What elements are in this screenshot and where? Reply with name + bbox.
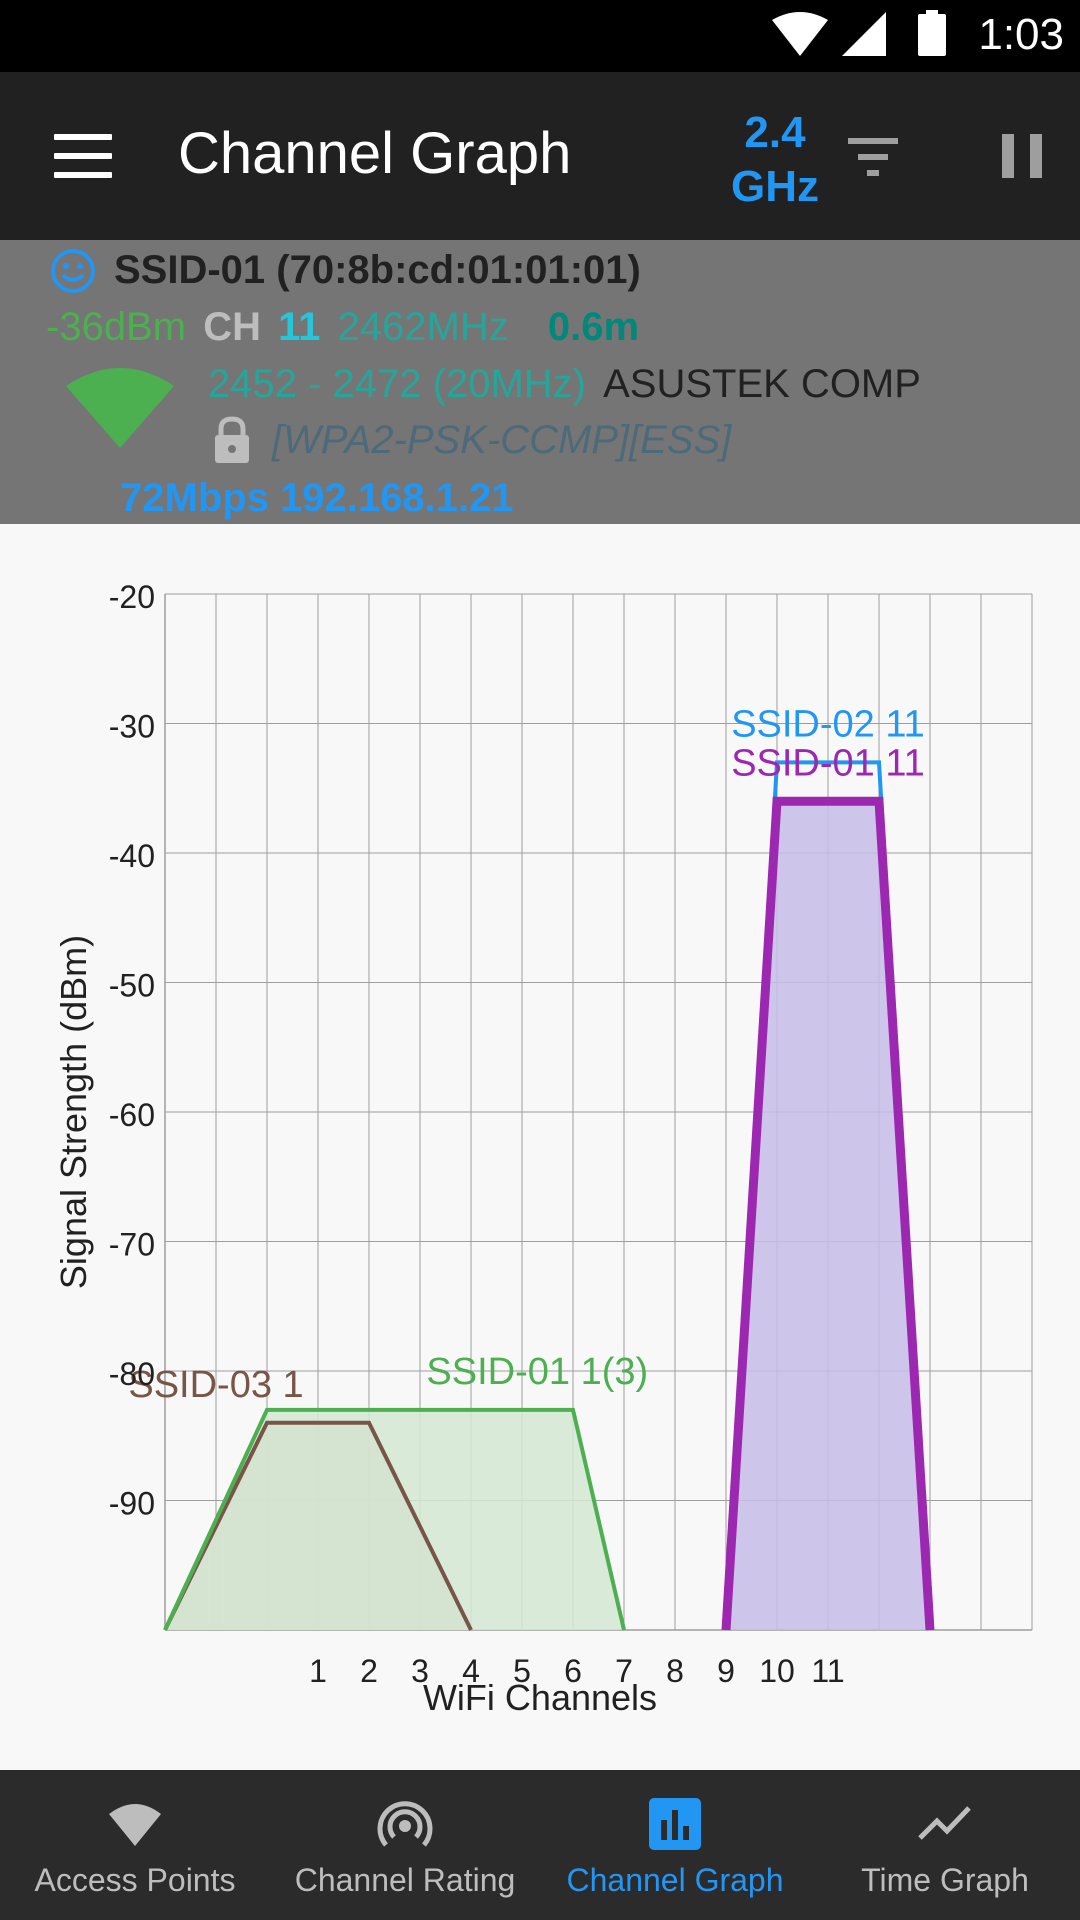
y-tick-label: -30 xyxy=(109,709,155,745)
distance: 0.6m xyxy=(547,305,640,349)
clock: 1:03 xyxy=(978,10,1064,59)
connection-panel[interactable]: SSID-01 (70:8b:cd:01:01:01) -36dBm CH 11… xyxy=(0,240,1080,524)
nav-label-channel-graph: Channel Graph xyxy=(566,1862,784,1898)
series-label-2: SSID-02 11 xyxy=(731,703,925,745)
security-capabilities: [WPA2-PSK-CCMP][ESS] xyxy=(272,418,732,462)
smiley-icon xyxy=(51,249,95,293)
channel-value: 11 xyxy=(278,305,321,349)
nav-channel-rating[interactable]: Channel Rating xyxy=(270,1770,540,1920)
x-tick-label: 1 xyxy=(309,1653,327,1689)
wifi-tethering-icon xyxy=(377,1801,433,1847)
x-tick-label: 10 xyxy=(759,1653,795,1689)
y-tick-label: -90 xyxy=(109,1486,155,1522)
nav-channel-graph[interactable]: Channel Graph xyxy=(540,1770,810,1920)
y-tick-label: -80 xyxy=(109,1356,155,1392)
nav-label-time-graph: Time Graph xyxy=(861,1862,1029,1898)
bar-chart-icon xyxy=(649,1798,701,1850)
cell-signal-icon xyxy=(842,12,886,56)
signal-detail-line: -36dBm CH 11 2462MHz 0.6m xyxy=(46,305,639,350)
x-axis-title: WiFi Channels xyxy=(423,1677,657,1718)
x-tick-label: 8 xyxy=(666,1653,684,1689)
ssid-line: SSID-01 (70:8b:cd:01:01:01) xyxy=(114,248,641,292)
y-tick-label: -50 xyxy=(109,968,155,1004)
app-bar: Channel Graph 2.4 GHz xyxy=(0,72,1080,240)
filter-icon[interactable] xyxy=(848,138,906,178)
lock-icon xyxy=(215,416,249,463)
vendor: ASUSTEK COMP xyxy=(603,362,921,406)
page-title: Channel Graph xyxy=(178,121,572,186)
channel-label: CH xyxy=(203,305,261,349)
band-value: 2.4 xyxy=(744,108,806,157)
y-tick-label: -70 xyxy=(109,1227,155,1263)
link-info: 72Mbps 192.168.1.21 xyxy=(120,476,514,520)
channel-graph: SSID-03 1 SSID-01 1(3) SSID-02 11 SSID-01 1… xyxy=(0,524,1080,1770)
wifi-strength-icon xyxy=(66,368,174,448)
channel-graph-svg: SSID-03 1 SSID-01 1(3)SSID-02 11SSID-01 1… xyxy=(53,579,1033,1718)
pause-icon[interactable] xyxy=(1002,134,1042,178)
y-tick-label: -20 xyxy=(109,579,155,615)
wifi-signal-icon xyxy=(772,12,828,56)
signal-level: -36dBm xyxy=(46,305,187,349)
x-tick-label: 2 xyxy=(360,1653,378,1689)
battery-icon xyxy=(918,10,946,56)
series-label-3: SSID-01 11 xyxy=(731,742,925,784)
nav-label-channel-rating: Channel Rating xyxy=(294,1862,516,1898)
y-tick-label: -60 xyxy=(109,1097,155,1133)
bottom-navigation: Access Points Channel Rating Channel Gra… xyxy=(0,1770,1080,1920)
nav-time-graph[interactable]: Time Graph xyxy=(810,1770,1080,1920)
frequency-range-line: 2452 - 2472 (20MHz) ASUSTEK COMP xyxy=(208,362,921,407)
nav-label-access-points: Access Points xyxy=(34,1862,236,1898)
series-label-1: SSID-01 1(3) xyxy=(426,1351,648,1393)
frequency: 2462MHz xyxy=(337,305,509,349)
frequency-range: 2452 - 2472 (20MHz) xyxy=(208,362,586,406)
x-tick-label: 9 xyxy=(717,1653,735,1689)
menu-icon[interactable] xyxy=(54,134,112,178)
nav-access-points[interactable]: Access Points xyxy=(0,1770,270,1920)
status-bar: 1:03 xyxy=(0,0,1080,72)
y-tick-label: -40 xyxy=(109,838,155,874)
band-toggle-button[interactable]: 2.4 GHz xyxy=(720,106,830,214)
x-tick-label: 11 xyxy=(811,1653,844,1689)
line-chart-icon xyxy=(918,1806,971,1840)
band-unit: GHz xyxy=(731,162,819,211)
y-axis-title: Signal Strength (dBm) xyxy=(53,935,94,1289)
wifi-icon xyxy=(109,1804,161,1846)
